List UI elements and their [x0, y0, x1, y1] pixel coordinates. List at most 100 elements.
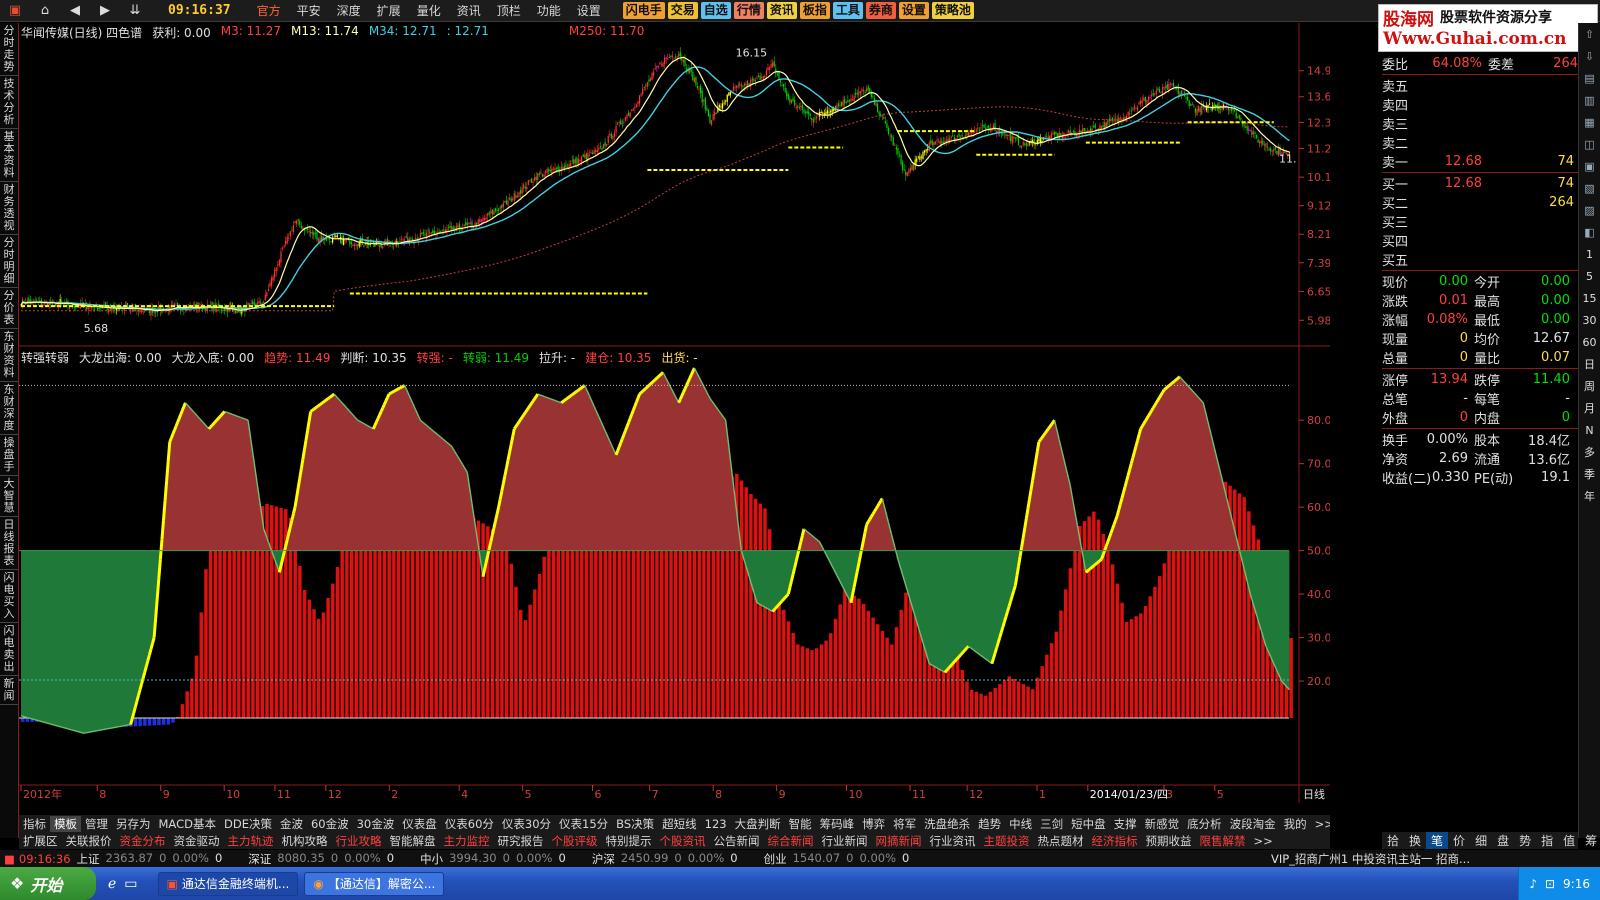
- extension-tab[interactable]: 限售解禁: [1196, 833, 1250, 849]
- indicator-tab[interactable]: 我的: [1280, 816, 1311, 832]
- indicator-tab[interactable]: 60金波: [307, 816, 353, 832]
- extension-tab[interactable]: 扩展区: [19, 833, 62, 849]
- indicator-tab[interactable]: 仪表盘: [398, 816, 441, 832]
- extension-tab[interactable]: 智能解盘: [386, 833, 440, 849]
- indicator-tab[interactable]: 超短线: [658, 816, 701, 832]
- quote-view-tab[interactable]: 拾: [1382, 832, 1404, 849]
- left-tab[interactable]: 东财深度: [0, 382, 18, 435]
- task-tdx-terminal[interactable]: ▣ 通达信金融终端机...: [157, 871, 299, 896]
- menu-item[interactable]: 功能: [529, 0, 569, 22]
- indicator-tab[interactable]: MACD基本: [155, 816, 220, 832]
- period-button[interactable]: N: [1579, 419, 1600, 441]
- quote-view-tab[interactable]: 值: [1558, 832, 1580, 849]
- extension-tab[interactable]: 研究报告: [494, 833, 548, 849]
- quick-button[interactable]: 自选: [700, 2, 731, 19]
- extension-tab[interactable]: 特别提示: [602, 833, 656, 849]
- extension-tab[interactable]: 经济指标: [1088, 833, 1142, 849]
- indicator-tab[interactable]: 三剑: [1036, 816, 1067, 832]
- back-arrow-icon[interactable]: ◀: [60, 0, 90, 22]
- toolbar-tool-icon[interactable]: ▦: [1579, 111, 1600, 133]
- menu-item[interactable]: 官方: [249, 0, 289, 22]
- extension-tab[interactable]: 公告新闻: [710, 833, 764, 849]
- forward-arrow-icon[interactable]: ▶: [90, 0, 120, 22]
- indicator-tab[interactable]: DDE决策: [220, 816, 276, 832]
- left-tab[interactable]: 分价表: [0, 288, 18, 329]
- indicator-tab[interactable]: 123: [701, 817, 731, 831]
- quote-view-tab[interactable]: 势: [1514, 832, 1536, 849]
- quick-button[interactable]: 交易: [667, 2, 698, 19]
- tray-clock[interactable]: 9:16: [1563, 877, 1590, 891]
- quick-button[interactable]: 工具: [832, 2, 863, 19]
- indicator-tab[interactable]: 仪表30分: [498, 816, 555, 832]
- left-tab[interactable]: 操盘手: [0, 435, 18, 476]
- extension-tab[interactable]: 主题投资: [980, 833, 1034, 849]
- quick-button[interactable]: 设置: [898, 2, 929, 19]
- menu-item[interactable]: 扩展: [369, 0, 409, 22]
- menu-item[interactable]: 平安: [289, 0, 329, 22]
- indicator-tab[interactable]: 管理: [81, 816, 112, 832]
- indicator-tab[interactable]: 另存为: [112, 816, 155, 832]
- quote-view-tab[interactable]: 细: [1470, 832, 1492, 849]
- indicator-tab[interactable]: 指标: [19, 816, 50, 832]
- left-tab[interactable]: 基本资料: [0, 129, 18, 182]
- extension-tab[interactable]: 资金驱动: [170, 833, 224, 849]
- extension-tab[interactable]: 资金分布: [116, 833, 170, 849]
- quote-view-tab[interactable]: 笔: [1426, 832, 1449, 849]
- toolbar-tool-icon[interactable]: ▧: [1579, 177, 1600, 199]
- extension-tab[interactable]: 行业资讯: [926, 833, 980, 849]
- quote-view-tab[interactable]: 指: [1536, 832, 1558, 849]
- extension-tab[interactable]: 个股评级: [548, 833, 602, 849]
- toolbar-tool-icon[interactable]: ▥: [1579, 89, 1600, 111]
- menu-item[interactable]: 量化: [409, 0, 449, 22]
- indicator-tab[interactable]: 30金波: [353, 816, 399, 832]
- server-info[interactable]: VIP_招商广州1 中投资讯主站一 招商...: [1271, 851, 1470, 867]
- left-tab[interactable]: 财务透视: [0, 182, 18, 235]
- index-item[interactable]: 沪深 2450.99 0 0.00% 0: [592, 851, 738, 867]
- left-tab[interactable]: 新闻: [0, 676, 18, 705]
- start-button[interactable]: ❖ 开始: [0, 867, 96, 900]
- quick-button[interactable]: 资讯: [766, 2, 797, 19]
- toolbar-tool-icon[interactable]: ▣: [1579, 155, 1600, 177]
- chevron-down-icon[interactable]: ⇊: [120, 0, 150, 22]
- extension-tab[interactable]: 热点题材: [1034, 833, 1088, 849]
- app-logo-icon[interactable]: ▣: [0, 0, 30, 22]
- extension-tab[interactable]: 行业攻略: [332, 833, 386, 849]
- indicator-tab[interactable]: 波段淘金: [1226, 816, 1280, 832]
- indicator-tab[interactable]: 洗盘绝杀: [920, 816, 974, 832]
- quote-view-tab[interactable]: 换: [1404, 832, 1426, 849]
- indicator-tab[interactable]: 大盘判断: [731, 816, 785, 832]
- period-button[interactable]: 15: [1579, 287, 1600, 309]
- toolbar-tool-icon[interactable]: ◧: [1579, 221, 1600, 243]
- index-item[interactable]: 深证 8080.35 0 0.00% 0: [248, 851, 394, 867]
- extension-tab[interactable]: 主力监控: [440, 833, 494, 849]
- period-button[interactable]: 日: [1579, 353, 1600, 375]
- extension-tab[interactable]: 个股资讯: [656, 833, 710, 849]
- toolbar-tool-icon[interactable]: ⇩: [1579, 45, 1600, 67]
- extension-tab[interactable]: 关联报价: [62, 833, 116, 849]
- extension-tab[interactable]: 预期收益: [1142, 833, 1196, 849]
- quick-launch-desktop-icon[interactable]: ▭: [124, 876, 137, 892]
- chart-canvas[interactable]: 14.9913.6212.3911.2610.139.128.217.396.6…: [19, 23, 1330, 803]
- indicator-tab[interactable]: 筹码峰: [816, 816, 859, 832]
- extension-tab[interactable]: 行业新闻: [818, 833, 872, 849]
- indicator-tab[interactable]: 新感觉: [1141, 816, 1184, 832]
- indicator-tab[interactable]: 将军: [889, 816, 920, 832]
- index-item[interactable]: 中小 3994.30 0 0.00% 0: [420, 851, 566, 867]
- quick-button[interactable]: 券商: [865, 2, 896, 19]
- indicator-tab[interactable]: 趋势: [974, 816, 1005, 832]
- left-tab[interactable]: 日线报表: [0, 517, 18, 570]
- period-button[interactable]: 60: [1579, 331, 1600, 353]
- period-button[interactable]: 1: [1579, 243, 1600, 265]
- indicator-tab[interactable]: BS决策: [612, 816, 658, 832]
- extension-tab[interactable]: 网摘新闻: [872, 833, 926, 849]
- extension-tab[interactable]: >>: [1250, 834, 1277, 848]
- left-tab[interactable]: 分时明细: [0, 235, 18, 288]
- indicator-tab[interactable]: 模板: [50, 815, 81, 832]
- indicator-tab[interactable]: 底分析: [1183, 816, 1226, 832]
- period-button[interactable]: 月: [1579, 397, 1600, 419]
- period-button[interactable]: 季: [1579, 463, 1600, 485]
- quote-view-tab[interactable]: 筹: [1580, 832, 1600, 849]
- quote-view-tab[interactable]: 价: [1448, 832, 1470, 849]
- home-icon[interactable]: ⌂: [30, 0, 60, 22]
- tray-network-icon[interactable]: ⊡: [1545, 877, 1555, 891]
